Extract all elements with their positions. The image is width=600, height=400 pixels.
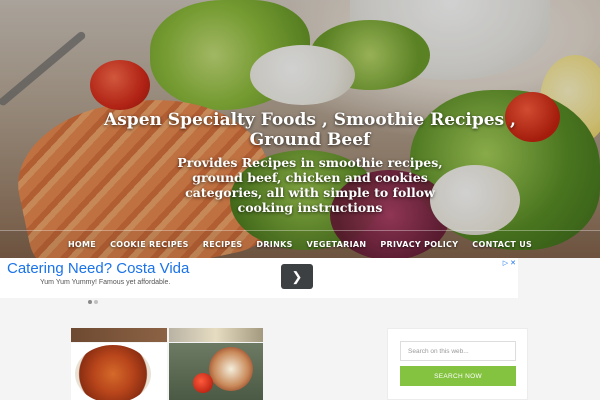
ad-dot-active[interactable] (88, 300, 92, 304)
search-button[interactable]: SEARCH NOW (400, 366, 516, 386)
site-description: Provides Recipes in smoothie recipes, gr… (177, 155, 443, 215)
recipe-thumbnail[interactable] (71, 328, 167, 342)
nav-item-recipes[interactable]: RECIPES (196, 240, 250, 249)
search-input[interactable] (400, 341, 516, 361)
recipe-thumbnail[interactable] (169, 328, 263, 342)
ad-controls: ▷ ✕ (503, 259, 516, 267)
nav-item-privacy-policy[interactable]: PRIVACY POLICY (373, 240, 465, 249)
main-nav: HOME COOKIE RECIPES RECIPES DRINKS VEGET… (0, 230, 600, 258)
ad-subtitle: Yum Yum Yummy! Famous yet affordable. (40, 279, 171, 286)
ad-banner[interactable]: Catering Need? Costa Vida Yum Yum Yummy!… (0, 258, 518, 304)
nav-item-cookie-recipes[interactable]: COOKIE RECIPES (103, 240, 196, 249)
nav-item-home[interactable]: HOME (61, 240, 103, 249)
nav-item-contact-us[interactable]: CONTACT US (465, 240, 539, 249)
chevron-right-icon[interactable]: ❯ (281, 264, 313, 289)
nav-item-drinks[interactable]: DRINKS (249, 240, 299, 249)
ad-dot[interactable] (94, 300, 98, 304)
nav-item-vegetarian[interactable]: VEGETARIAN (300, 240, 374, 249)
ad-choices-icon[interactable]: ▷ (503, 260, 508, 267)
ad-pagination (88, 291, 100, 309)
close-icon[interactable]: ✕ (510, 260, 516, 267)
recipe-thumbnails (71, 328, 263, 400)
sidebar-search-widget: SEARCH NOW (387, 328, 528, 400)
header-banner: Aspen Specialty Foods , Smoothie Recipes… (0, 0, 600, 258)
recipe-thumbnail[interactable] (71, 343, 167, 400)
site-title[interactable]: Aspen Specialty Foods , Smoothie Recipes… (70, 110, 550, 150)
ad-title[interactable]: Catering Need? Costa Vida (7, 260, 189, 277)
recipe-thumbnail[interactable] (169, 343, 263, 400)
page: Aspen Specialty Foods , Smoothie Recipes… (0, 0, 600, 400)
